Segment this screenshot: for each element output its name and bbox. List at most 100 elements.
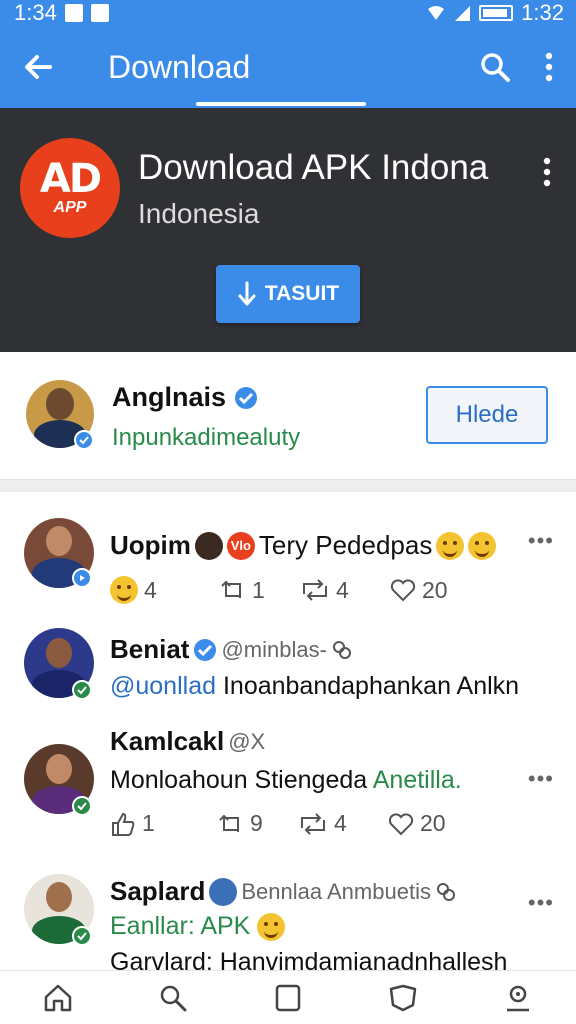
feed-list: Uopim Vlo Tery Pededpas ••• 4 1 4 20 Ben… bbox=[0, 492, 576, 970]
post-handle: @X bbox=[228, 728, 266, 754]
post-handle: @minblas- bbox=[221, 636, 327, 662]
post-text: Inoanbandaphankan Anlkn bbox=[222, 672, 520, 700]
status-left: 1:34 bbox=[14, 0, 109, 26]
retweet-icon bbox=[301, 812, 325, 835]
like-button[interactable]: 20 bbox=[390, 577, 448, 604]
feed-post[interactable]: Saplard Bennlaa Anmbuetis ••• Eanllar: A… bbox=[0, 872, 576, 970]
avatar-badge bbox=[72, 796, 92, 816]
post-body: @uonllad Inoanbandaphankan Anlkn bbox=[110, 672, 519, 701]
overflow-menu-button[interactable] bbox=[522, 26, 576, 108]
download-button[interactable]: TASUIT bbox=[216, 265, 360, 323]
back-arrow-icon bbox=[25, 55, 52, 79]
app-bar-title: Download bbox=[108, 48, 251, 85]
like-count: 20 bbox=[422, 576, 448, 603]
emoji-icon bbox=[468, 531, 497, 560]
heart-icon bbox=[390, 579, 416, 602]
post-author: Saplard bbox=[110, 876, 206, 906]
profile-name-text: Anglnais bbox=[112, 382, 227, 412]
post-header: Beniat @minblas- bbox=[110, 634, 353, 665]
reaction-button[interactable]: 4 bbox=[110, 576, 220, 604]
link-icon bbox=[436, 882, 455, 901]
link-icon bbox=[332, 640, 351, 659]
repost-count-a: 9 bbox=[250, 810, 263, 836]
nav-messages[interactable] bbox=[373, 971, 433, 1024]
repost-button[interactable]: 4 bbox=[300, 577, 390, 604]
status-time-left: 1:34 bbox=[14, 0, 57, 25]
logo-sub: APP bbox=[53, 199, 87, 216]
post-author: Kamlcakl bbox=[110, 726, 225, 756]
post-highlight: Anetilla. bbox=[372, 766, 462, 794]
post-header: Kamlcakl @X bbox=[110, 726, 265, 757]
wifi-icon bbox=[428, 6, 445, 20]
post-actions: 4 1 4 20 bbox=[110, 576, 550, 604]
more-vert-icon bbox=[543, 157, 551, 187]
avatar-head bbox=[46, 882, 72, 912]
nav-profile[interactable] bbox=[488, 971, 548, 1024]
screen: 1:34 1:32 Download AD APP Download APK I… bbox=[0, 0, 576, 1024]
repost-icon bbox=[221, 580, 241, 598]
post-handle: Bennlaa Anmbuetis bbox=[241, 878, 431, 904]
home-icon bbox=[44, 984, 71, 1011]
nav-search[interactable] bbox=[143, 971, 203, 1024]
reply-count: 1 bbox=[252, 576, 265, 603]
app-name: Download APK Indona bbox=[138, 148, 489, 187]
follow-button[interactable]: Hlede bbox=[426, 386, 548, 444]
post-more-button[interactable]: ••• bbox=[528, 766, 554, 792]
check-icon bbox=[77, 932, 87, 941]
like-count: 20 bbox=[420, 810, 446, 836]
avatar-head bbox=[46, 754, 72, 784]
avatar-head bbox=[46, 526, 72, 556]
battery-icon bbox=[479, 5, 514, 21]
post-text: Tery Pededpas bbox=[258, 530, 433, 560]
emoji-icon bbox=[110, 576, 138, 604]
nav-bookmarks[interactable] bbox=[258, 971, 318, 1024]
verified-icon bbox=[235, 386, 258, 409]
post-header: Saplard Bennlaa Anmbuetis bbox=[110, 876, 457, 907]
header-more-button[interactable] bbox=[532, 152, 562, 192]
feed-post[interactable]: Kamlcakl @X Monloahoun Stiengeda Anetill… bbox=[0, 726, 576, 856]
avatar-badge bbox=[72, 926, 92, 946]
verified-icon bbox=[194, 638, 217, 661]
notification-icon-2 bbox=[90, 4, 109, 22]
emoji-icon bbox=[436, 531, 465, 560]
post-text: Monloahoun Stiengeda bbox=[110, 766, 368, 794]
app-bar: Download bbox=[0, 26, 576, 108]
profile-icon bbox=[507, 985, 530, 1011]
profile-card: Anglnais Inpunkadimealuty Hlede bbox=[0, 352, 576, 480]
status-bar: 1:34 1:32 bbox=[0, 0, 576, 26]
post-text: Eanllar: APK bbox=[110, 912, 251, 940]
repost-button[interactable]: 9 bbox=[218, 810, 298, 837]
feed-post[interactable]: Beniat @minblas- @uonllad Inoanbandaphan… bbox=[0, 626, 576, 726]
thumbs-up-icon bbox=[112, 812, 135, 836]
heart-icon bbox=[388, 812, 414, 835]
like-button[interactable]: 20 bbox=[388, 810, 446, 837]
post-author: Beniat bbox=[110, 634, 190, 664]
app-region: Indonesia bbox=[138, 198, 260, 229]
reply-count: 1 bbox=[142, 810, 155, 836]
reply-button[interactable]: 1 bbox=[220, 577, 300, 604]
nav-home[interactable] bbox=[28, 971, 88, 1024]
section-divider bbox=[0, 480, 576, 492]
status-right: 1:32 bbox=[427, 0, 564, 26]
mini-avatar-icon bbox=[194, 531, 223, 560]
post-more-button[interactable]: ••• bbox=[528, 528, 554, 554]
check-icon bbox=[79, 436, 89, 445]
feed-post[interactable]: Uopim Vlo Tery Pededpas ••• 4 1 4 20 bbox=[0, 516, 576, 626]
retweet-button[interactable]: 4 bbox=[298, 810, 388, 837]
reaction-count: 4 bbox=[144, 576, 157, 603]
notification-icon bbox=[64, 4, 83, 22]
back-button[interactable] bbox=[0, 26, 76, 108]
avatar-head bbox=[46, 388, 74, 420]
post-body-line: Garvlard: Hanvimdamianadnhallesh bbox=[110, 948, 508, 970]
search-button[interactable] bbox=[468, 26, 522, 108]
post-author: Uopim bbox=[110, 530, 191, 560]
download-label: TASUIT bbox=[264, 282, 340, 305]
more-vert-icon bbox=[545, 52, 553, 82]
profile-name: Anglnais bbox=[112, 382, 258, 413]
post-more-button[interactable]: ••• bbox=[528, 890, 554, 916]
app-logo: AD APP bbox=[20, 138, 120, 238]
avatar-badge bbox=[72, 680, 92, 700]
post-mention[interactable]: @uonllad bbox=[110, 672, 216, 700]
download-arrow-icon bbox=[238, 281, 256, 306]
reply-button[interactable]: 1 bbox=[110, 810, 218, 837]
